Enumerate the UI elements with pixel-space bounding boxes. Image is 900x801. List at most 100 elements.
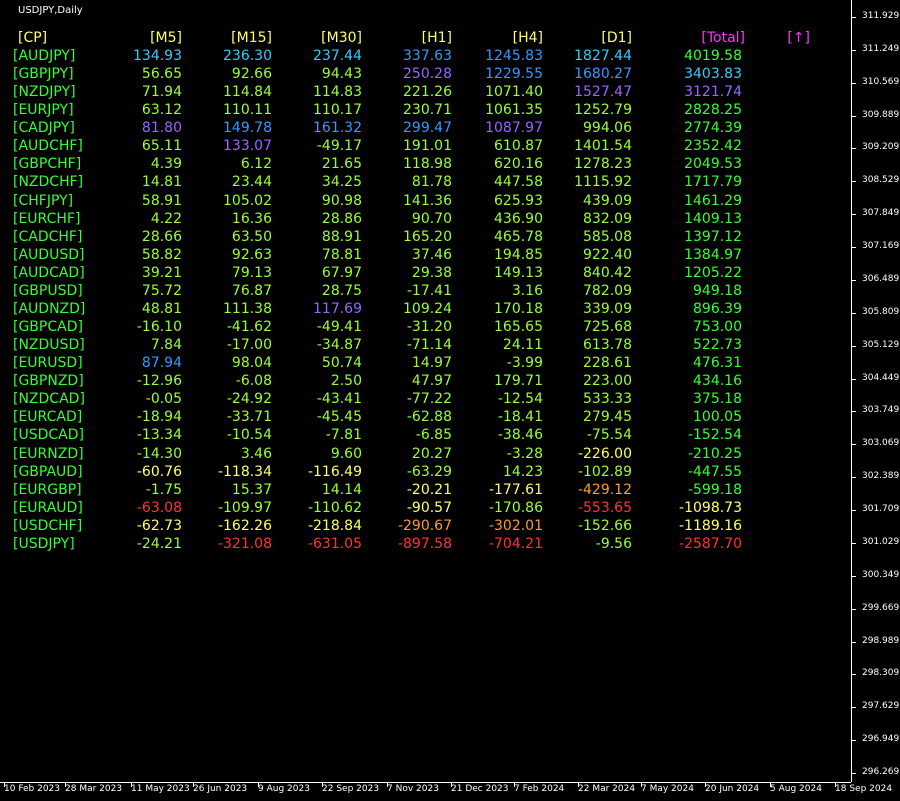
- time-axis: 10 Feb 2023 28 Mar 2023 11 May 2023 26 Jun …: [0, 782, 892, 801]
- price-tick: [852, 641, 856, 643]
- value-cell: 71.94: [141, 84, 182, 101]
- value-cell: -1189.16: [679, 517, 742, 534]
- value-cell: -599.18: [687, 481, 742, 498]
- value-cell: 29.38: [411, 264, 452, 281]
- value-cell: 620.16: [494, 156, 543, 173]
- value-cell: -3.28: [506, 445, 543, 462]
- value-cell: 228.61: [583, 355, 632, 372]
- value-cell: 28.86: [321, 210, 362, 227]
- value-cell: 476.31: [693, 355, 742, 372]
- price-label: 308.529: [862, 175, 900, 186]
- price-label: 298.989: [862, 635, 900, 646]
- value-cell: 1061.35: [485, 102, 543, 119]
- price-label: 298.309: [862, 668, 900, 679]
- value-cell: 375.18: [693, 391, 742, 408]
- value-cell: 533.33: [583, 391, 632, 408]
- value-cell: 1071.40: [485, 84, 543, 101]
- value-cell: 88.91: [321, 228, 362, 245]
- price-label: 311.249: [862, 43, 900, 54]
- value-cell: -0.05: [145, 391, 182, 408]
- pair-label: [CHFJPY]: [13, 192, 74, 209]
- value-cell: -116.49: [307, 463, 362, 480]
- value-cell: 165.20: [403, 228, 452, 245]
- value-cell: 725.68: [583, 319, 632, 336]
- value-cell: 279.45: [583, 409, 632, 426]
- value-cell: 4.39: [150, 156, 182, 173]
- value-cell: 78.81: [321, 246, 362, 263]
- price-tick: [852, 378, 856, 380]
- time-label: 22 Mar 2024: [578, 784, 636, 794]
- value-cell: -110.62: [307, 499, 362, 516]
- column-header: [CP]: [18, 30, 48, 46]
- value-cell: -553.65: [577, 499, 632, 516]
- value-cell: 1827.44: [574, 48, 632, 64]
- value-cell: -7.81: [325, 427, 362, 444]
- value-cell: 75.72: [141, 282, 182, 299]
- pair-label: [GBPCAD]: [13, 319, 83, 336]
- value-cell: -102.89: [577, 463, 632, 480]
- value-cell: -321.08: [217, 535, 272, 552]
- price-tick: [852, 510, 856, 512]
- value-cell: -49.17: [316, 138, 362, 155]
- value-cell: 149.13: [494, 264, 543, 281]
- time-label: 21 Dec 2023: [451, 784, 509, 794]
- value-cell: -38.46: [497, 427, 543, 444]
- value-cell: -109.97: [217, 499, 272, 516]
- price-label: 303.069: [862, 438, 900, 449]
- value-cell: 79.13: [231, 264, 272, 281]
- price-label: 303.749: [862, 405, 900, 416]
- value-cell: 2.50: [330, 373, 362, 390]
- value-cell: -631.05: [307, 535, 362, 552]
- value-cell: -170.86: [488, 499, 543, 516]
- pair-label: [USDCAD]: [13, 427, 84, 444]
- value-cell: 90.70: [411, 210, 452, 227]
- value-cell: 299.47: [403, 120, 452, 137]
- value-cell: -1098.73: [679, 499, 742, 516]
- value-cell: 191.01: [403, 138, 452, 155]
- value-cell: -897.58: [397, 535, 452, 552]
- value-cell: 14.14: [321, 481, 362, 498]
- value-cell: 179.71: [494, 373, 543, 390]
- value-cell: 625.93: [494, 192, 543, 209]
- value-cell: 23.44: [231, 174, 272, 191]
- value-cell: 141.36: [403, 192, 452, 209]
- price-tick: [852, 115, 856, 117]
- value-cell: -6.85: [415, 427, 452, 444]
- value-cell: 250.28: [403, 66, 452, 83]
- value-cell: 48.81: [141, 300, 182, 317]
- value-cell: 994.06: [583, 120, 632, 137]
- pair-label: [CADCHF]: [13, 228, 83, 245]
- value-cell: 236.30: [223, 48, 272, 64]
- value-cell: -18.41: [497, 409, 543, 426]
- price-label: 307.169: [862, 241, 900, 252]
- value-cell: 58.82: [141, 246, 182, 263]
- value-cell: 133.07: [223, 138, 272, 155]
- value-cell: 447.58: [494, 174, 543, 191]
- column-header: [M15]: [231, 30, 272, 46]
- price-label: 309.209: [862, 142, 900, 153]
- value-cell: -13.34: [136, 427, 182, 444]
- value-cell: 1680.27: [574, 66, 632, 83]
- pair-label: [USDJPY]: [13, 535, 75, 552]
- value-cell: 105.02: [223, 192, 272, 209]
- value-cell: 110.17: [313, 102, 362, 119]
- price-label: 309.889: [862, 109, 900, 120]
- price-label: 304.449: [862, 372, 900, 383]
- value-cell: 2828.25: [684, 102, 742, 119]
- value-cell: -77.22: [406, 391, 452, 408]
- pair-label: [NZDCAD]: [13, 391, 85, 408]
- value-cell: 221.26: [403, 84, 452, 101]
- value-cell: 1461.29: [684, 192, 742, 209]
- price-label: 306.489: [862, 273, 900, 284]
- value-cell: -18.94: [136, 409, 182, 426]
- value-cell: 439.09: [583, 192, 632, 209]
- value-cell: 4.22: [150, 210, 182, 227]
- value-cell: 4019.58: [684, 48, 742, 64]
- value-cell: 6.12: [240, 156, 272, 173]
- value-cell: 1205.22: [684, 264, 742, 281]
- value-cell: 114.83: [313, 84, 362, 101]
- value-cell: -429.12: [577, 481, 632, 498]
- price-tick: [852, 49, 856, 51]
- value-cell: -90.57: [406, 499, 452, 516]
- value-cell: 3.16: [511, 282, 543, 299]
